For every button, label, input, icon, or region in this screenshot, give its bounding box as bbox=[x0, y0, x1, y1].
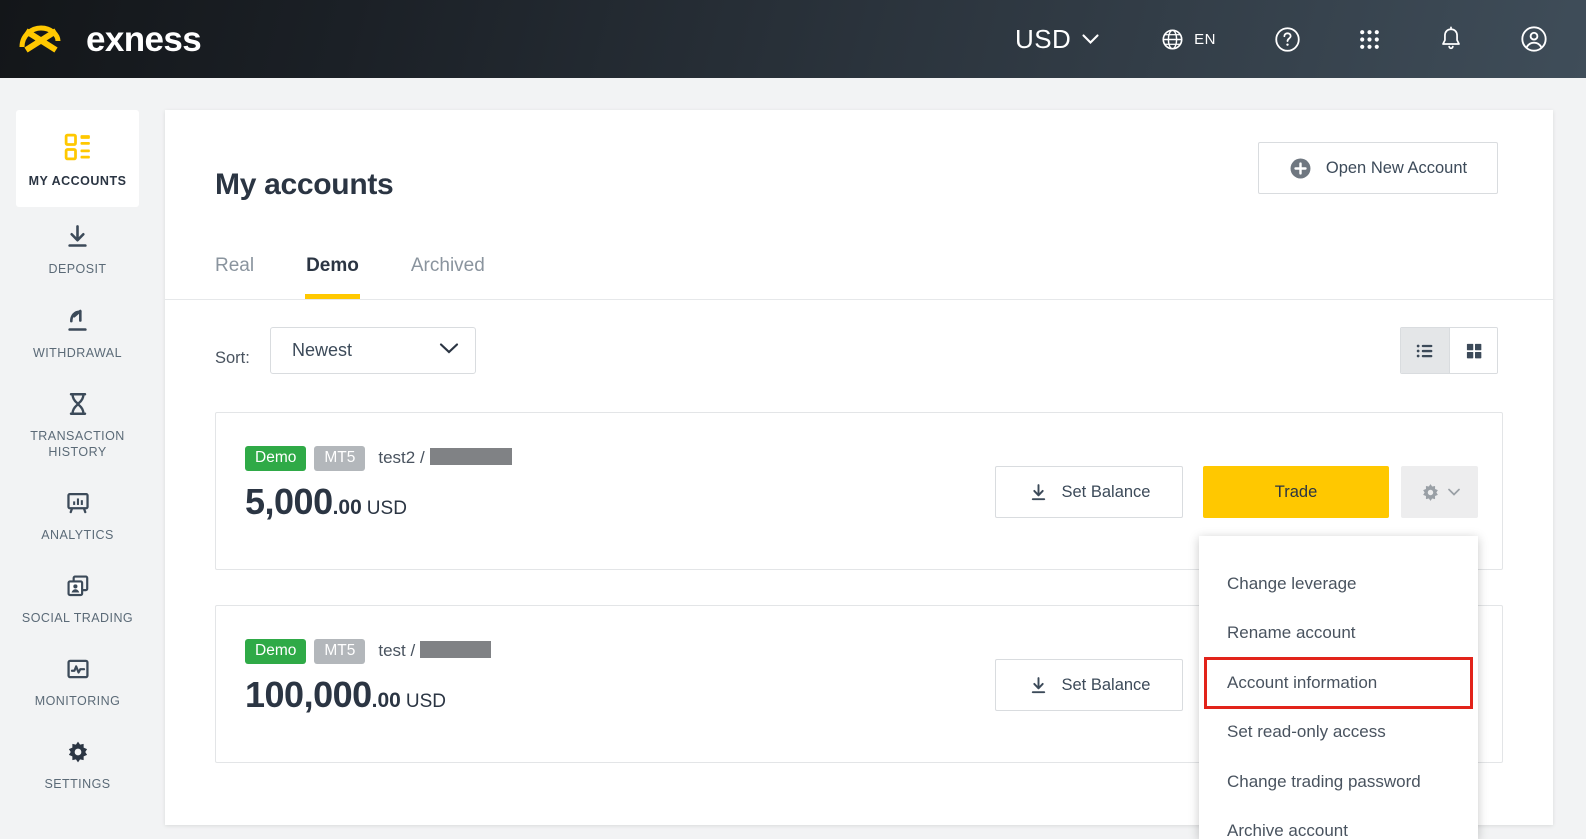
sidebar-item-label: ANALYTICS bbox=[41, 528, 114, 542]
panel-header: My accounts Open New Account Real Demo A… bbox=[165, 110, 1553, 300]
trade-button[interactable]: Trade bbox=[1203, 466, 1389, 518]
menu-item-change-trading-password[interactable]: Change trading password bbox=[1199, 757, 1478, 807]
chart-board-icon bbox=[66, 492, 89, 514]
account-badges: Demo MT5 test / bbox=[245, 639, 492, 664]
upload-share-icon bbox=[68, 309, 87, 331]
set-balance-button[interactable]: Set Balance bbox=[995, 466, 1183, 518]
balance-currency: USD bbox=[405, 691, 446, 712]
sort-label: Sort: bbox=[215, 349, 250, 367]
sidebar-item-withdrawal[interactable]: WITHDRAWAL bbox=[16, 291, 139, 375]
language-value: EN bbox=[1194, 30, 1216, 48]
sidebar-item-monitoring[interactable]: MONITORING bbox=[16, 640, 139, 723]
open-new-account-button[interactable]: Open New Account bbox=[1258, 142, 1498, 194]
redacted-account-number bbox=[429, 448, 512, 466]
balance-currency: USD bbox=[366, 498, 407, 519]
account-name: test / bbox=[378, 641, 492, 661]
redacted-account-number bbox=[420, 641, 492, 659]
account-type-tabs: Real Demo Archived bbox=[215, 255, 537, 299]
hourglass-icon bbox=[69, 393, 86, 415]
grid-view-icon bbox=[1466, 343, 1481, 358]
sort-selected-value: Newest bbox=[292, 340, 353, 360]
page-title: My accounts bbox=[215, 168, 394, 201]
balance-cents: .00 bbox=[332, 496, 362, 519]
accounts-grid-icon bbox=[64, 133, 90, 161]
bell-icon[interactable] bbox=[1438, 26, 1464, 52]
currency-selector[interactable]: USD bbox=[1015, 24, 1099, 55]
copy-cards-icon bbox=[66, 575, 88, 597]
account-balance: 100,000.00 USD bbox=[245, 674, 446, 716]
set-balance-label: Set Balance bbox=[1061, 482, 1151, 501]
account-badges: Demo MT5 test2 / bbox=[245, 446, 512, 471]
account-platform-badge: MT5 bbox=[314, 639, 366, 664]
gear-icon bbox=[1422, 483, 1438, 501]
open-new-account-label: Open New Account bbox=[1325, 158, 1468, 177]
activity-graph-icon bbox=[66, 659, 89, 679]
tab-real[interactable]: Real bbox=[215, 255, 254, 299]
language-selector[interactable]: EN bbox=[1161, 28, 1216, 51]
account-type-badge: Demo bbox=[245, 446, 307, 471]
sidebar-item-transaction-history[interactable]: TRANSACTION HISTORY bbox=[16, 375, 139, 474]
sidebar-item-label: SETTINGS bbox=[44, 777, 111, 791]
account-settings-menu: Change leverage Rename account Account i… bbox=[1199, 536, 1478, 839]
sidebar-item-label: WITHDRAWAL bbox=[33, 346, 122, 360]
account-platform-badge: MT5 bbox=[314, 446, 366, 471]
sidebar-item-my-accounts[interactable]: MY ACCOUNTS bbox=[16, 110, 139, 207]
sidebar-item-label: DEPOSIT bbox=[48, 262, 107, 276]
top-header: exness USD EN bbox=[0, 0, 1586, 78]
plus-circle-icon bbox=[1290, 158, 1311, 178]
menu-item-change-leverage[interactable]: Change leverage bbox=[1199, 559, 1478, 609]
gear-icon bbox=[68, 741, 87, 763]
help-circle-icon[interactable] bbox=[1274, 26, 1301, 53]
sidebar-item-label: MY ACCOUNTS bbox=[28, 174, 127, 188]
sidebar-item-settings[interactable]: SETTINGS bbox=[16, 723, 139, 806]
brand-logo[interactable]: exness bbox=[18, 19, 202, 59]
tab-demo[interactable]: Demo bbox=[305, 255, 360, 299]
menu-item-set-read-only-access[interactable]: Set read-only access bbox=[1199, 708, 1478, 758]
account-balance: 5,000.00 USD bbox=[245, 481, 407, 523]
sort-select[interactable]: Newest bbox=[270, 327, 476, 374]
view-list-button[interactable] bbox=[1401, 328, 1449, 373]
sidebar-item-analytics[interactable]: ANALYTICS bbox=[16, 474, 139, 557]
set-balance-button[interactable]: Set Balance bbox=[995, 659, 1183, 711]
download-icon bbox=[1031, 676, 1045, 693]
sidebar-item-label: SOCIAL TRADING bbox=[21, 611, 134, 625]
apps-grid-icon[interactable] bbox=[1357, 27, 1382, 52]
list-view-icon bbox=[1416, 344, 1433, 357]
user-circle-icon[interactable] bbox=[1520, 25, 1548, 53]
chevron-down-icon bbox=[439, 343, 459, 354]
exness-logo-icon bbox=[19, 25, 61, 53]
globe-icon bbox=[1162, 28, 1183, 50]
view-grid-button[interactable] bbox=[1449, 328, 1497, 373]
menu-item-rename-account[interactable]: Rename account bbox=[1199, 609, 1478, 659]
set-balance-label: Set Balance bbox=[1061, 675, 1151, 694]
left-sidebar: MY ACCOUNTS DEPOSIT WITHDRAWAL TRANSACTI… bbox=[0, 78, 157, 839]
sidebar-item-social-trading[interactable]: SOCIAL TRADING bbox=[16, 557, 139, 640]
account-settings-dropdown-button[interactable] bbox=[1401, 466, 1478, 518]
account-name: test2 / bbox=[378, 448, 512, 468]
download-icon bbox=[1031, 483, 1045, 500]
caret-down-icon bbox=[1447, 488, 1460, 496]
brand-name: exness bbox=[86, 19, 202, 59]
chevron-down-icon bbox=[1082, 33, 1099, 44]
account-type-badge: Demo bbox=[245, 639, 307, 664]
tab-archived[interactable]: Archived bbox=[411, 255, 485, 299]
view-mode-toggle bbox=[1400, 327, 1498, 374]
sidebar-item-label: MONITORING bbox=[34, 694, 121, 708]
account-actions: Set Balance Trade bbox=[995, 466, 1478, 518]
trade-label: Trade bbox=[1274, 482, 1318, 501]
list-toolbar: Sort: Newest bbox=[165, 301, 1553, 406]
sidebar-item-deposit[interactable]: DEPOSIT bbox=[16, 207, 139, 291]
currency-value: USD bbox=[1015, 23, 1072, 54]
sidebar-item-label: TRANSACTION HISTORY bbox=[30, 429, 125, 459]
menu-item-archive-account[interactable]: Archive account bbox=[1199, 807, 1478, 839]
balance-cents: .00 bbox=[371, 689, 401, 712]
download-icon bbox=[68, 225, 87, 247]
menu-item-account-information[interactable]: Account information bbox=[1204, 657, 1473, 709]
balance-major: 100,000 bbox=[245, 674, 372, 715]
balance-major: 5,000 bbox=[245, 481, 333, 522]
